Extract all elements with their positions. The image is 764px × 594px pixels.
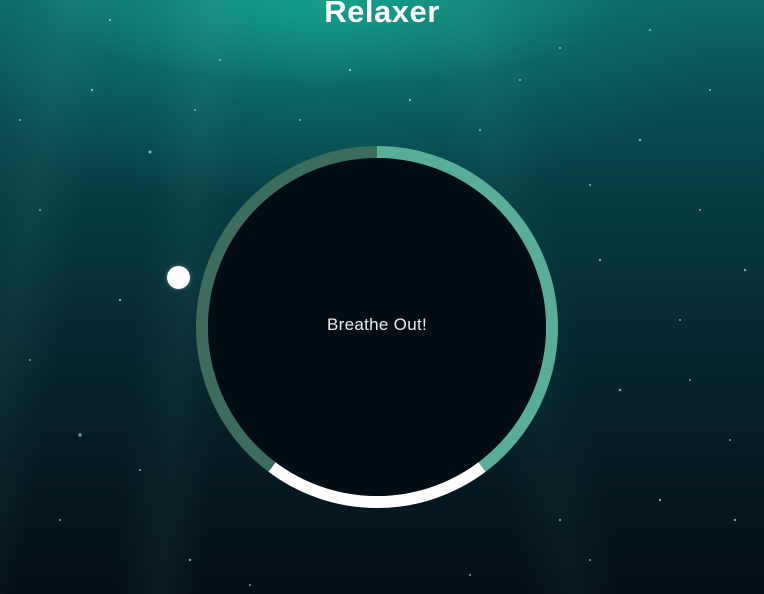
breath-progress-pointer: [167, 266, 190, 289]
breathing-circle: Breathe Out!: [196, 146, 558, 508]
breathing-core: Breathe Out!: [208, 158, 546, 496]
breath-phase-text: Breathe Out!: [327, 315, 427, 334]
app-title: Relaxer: [324, 0, 440, 29]
